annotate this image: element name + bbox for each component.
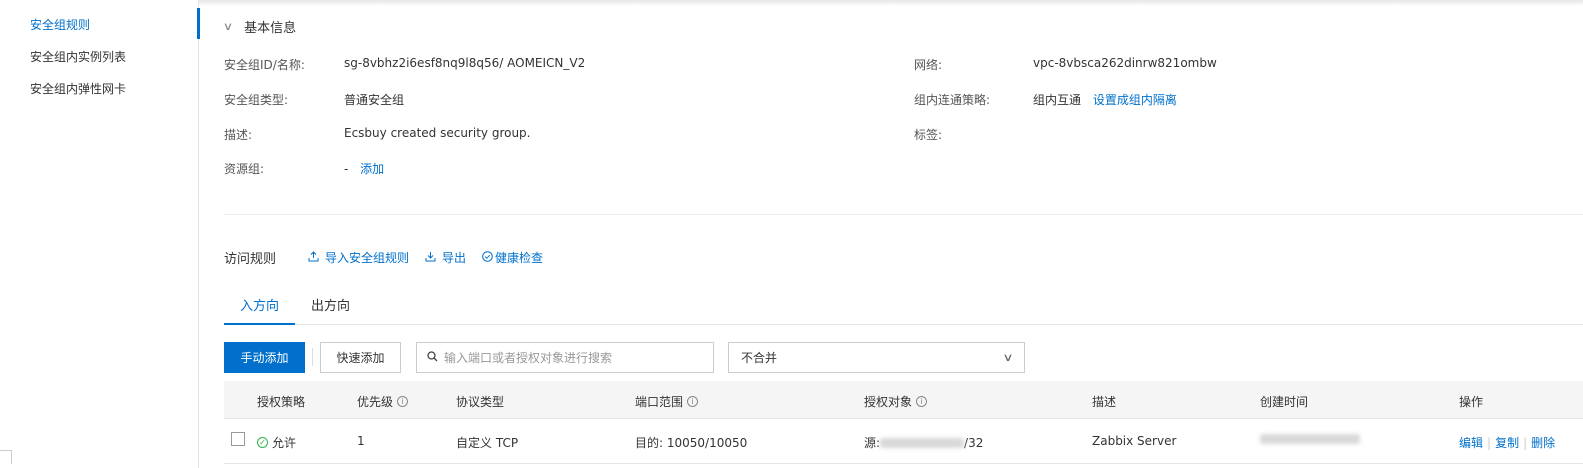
import-rules-label: 导入安全组规则	[325, 251, 410, 265]
sidebar-item-security-rules[interactable]: 安全组规则	[30, 16, 90, 33]
description-label: 描述:	[224, 128, 253, 142]
table-row: ✓ 允许 1 自定义 TCP 目的: 10050/10050 源: /32 Za…	[224, 419, 1583, 464]
edit-link[interactable]: 编辑	[1459, 434, 1483, 451]
intra-group-policy-text: 组内互通	[1033, 93, 1082, 107]
direction-tabs: 入方向 出方向	[224, 286, 1583, 325]
network-label: 网络:	[914, 58, 943, 72]
chevron-down-icon: ∨	[222, 20, 234, 33]
row-target: 源: /32	[864, 435, 984, 451]
info-icon[interactable]: i	[687, 396, 699, 407]
row-port-range: 目的: 10050/10050	[635, 436, 748, 450]
col-priority: 优先级 i	[357, 393, 409, 410]
check-circle-icon: ✓	[257, 437, 268, 448]
redacted-ip	[880, 437, 965, 448]
sg-id-label: 安全组ID/名称:	[224, 58, 305, 72]
table-header: 授权策略 优先级 i 协议类型 端口范围 i 授权对象 i 描述 创建时间 操作	[224, 381, 1583, 419]
separator: |	[1523, 435, 1528, 450]
quick-add-button[interactable]: 快速添加	[320, 342, 401, 373]
row-checkbox[interactable]	[231, 432, 245, 446]
rules-title: 访问规则	[224, 252, 277, 267]
col-target: 授权对象 i	[864, 393, 928, 410]
merge-select[interactable]: 不合并 ∨	[728, 342, 1025, 373]
description-value: Ecsbuy created security group.	[344, 126, 531, 140]
delete-link[interactable]: 删除	[1531, 434, 1555, 451]
row-policy: ✓ 允许	[257, 434, 296, 451]
basic-info-header[interactable]: ∨ 基本信息	[222, 17, 297, 36]
sg-id-value: sg-8vbhz2i6esf8nq9l8q56/ AOMEICN_V2	[344, 56, 586, 70]
sg-type-label: 安全组类型:	[224, 93, 289, 107]
download-icon	[425, 251, 436, 265]
collapse-handle[interactable]	[0, 450, 12, 464]
export-button[interactable]: 导出	[425, 249, 466, 266]
sidebar-item-instance-list[interactable]: 安全组内实例列表	[30, 48, 126, 65]
set-isolation-link[interactable]: 设置成组内隔离	[1093, 93, 1177, 107]
row-priority: 1	[357, 434, 365, 448]
row-description: Zabbix Server	[1092, 434, 1177, 448]
col-actions: 操作	[1459, 395, 1484, 409]
network-value: vpc-8vbsca262dinrw821ombw	[1033, 56, 1217, 70]
info-icon[interactable]: i	[397, 396, 409, 407]
sg-type-value: 普通安全组	[344, 93, 405, 107]
shield-check-icon	[482, 250, 493, 265]
row-created	[1260, 434, 1360, 444]
col-policy: 授权策略	[257, 395, 306, 409]
add-resource-group-link[interactable]: 添加	[360, 162, 384, 176]
col-description: 描述	[1092, 395, 1117, 409]
col-protocol: 协议类型	[456, 395, 505, 409]
chevron-down-icon: ∨	[1002, 351, 1014, 364]
copy-link[interactable]: 复制	[1495, 434, 1519, 451]
resource-group-label: 资源组:	[224, 162, 265, 176]
health-check-label: 健康检查	[495, 251, 544, 265]
manual-add-button[interactable]: 手动添加	[224, 342, 305, 373]
tab-inbound[interactable]: 入方向	[224, 286, 296, 325]
import-rules-button[interactable]: 导入安全组规则	[308, 249, 409, 266]
redacted-time	[1260, 434, 1360, 444]
health-check-button[interactable]: 健康检查	[482, 249, 543, 266]
info-icon[interactable]: i	[916, 396, 928, 407]
row-actions: 编辑 | 复制 | 删除	[1459, 434, 1555, 451]
sidebar: 安全组规则 安全组内实例列表 安全组内弹性网卡	[0, 0, 199, 468]
divider	[224, 214, 1583, 215]
tags-label: 标签:	[914, 128, 943, 142]
intra-group-policy-value: 组内互通 设置成组内隔离	[1033, 91, 1177, 108]
search-icon	[427, 350, 438, 365]
resource-group-value: - 添加	[344, 160, 384, 177]
button-separator	[312, 348, 313, 366]
col-created: 创建时间	[1260, 395, 1309, 409]
main-content: ∨ 基本信息 安全组ID/名称: sg-8vbhz2i6esf8nq9l8q56…	[200, 0, 1583, 468]
col-port-range: 端口范围 i	[635, 393, 699, 410]
resource-group-dash: -	[344, 162, 349, 176]
row-protocol: 自定义 TCP	[456, 436, 519, 450]
sidebar-item-eni[interactable]: 安全组内弹性网卡	[30, 80, 126, 97]
search-input[interactable]	[444, 350, 704, 365]
merge-select-value: 不合并	[741, 351, 778, 365]
tab-outbound[interactable]: 出方向	[295, 286, 366, 325]
section-title: 基本信息	[244, 21, 297, 36]
intra-group-policy-label: 组内连通策略:	[914, 93, 991, 107]
search-box	[416, 342, 714, 373]
upload-icon	[308, 250, 319, 265]
separator: |	[1487, 435, 1492, 450]
export-label: 导出	[442, 251, 467, 265]
rules-toolbar: 访问规则 导入安全组规则 导出 健康检查	[224, 248, 559, 267]
